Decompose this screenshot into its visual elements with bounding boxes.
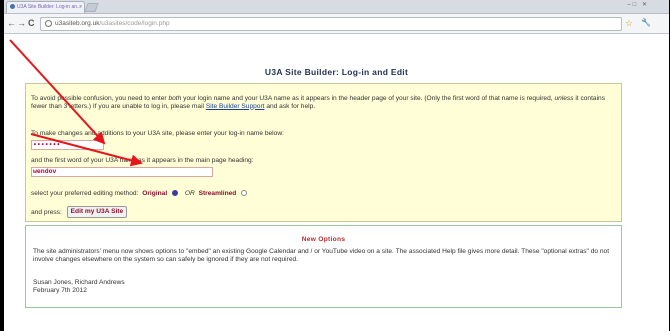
news-authors: Susan Jones, Richard Andrews xyxy=(33,279,125,286)
wrench-icon[interactable]: 🔧 xyxy=(641,18,651,27)
navigation-bar: ← → C u3asiteb.org.uk/u3asites/code/logi… xyxy=(4,14,669,34)
browser-tab[interactable]: U3A Site Builder: Log-in an... × xyxy=(6,1,85,13)
u3a-name-label: and the first word of your U3A name as i… xyxy=(31,157,254,164)
page-title: U3A Site Builder: Log-in and Edit xyxy=(264,67,409,77)
option-streamlined-label: Streamlined xyxy=(198,190,237,197)
new-tab-button[interactable] xyxy=(84,3,99,12)
news-date: February 7th 2012 xyxy=(33,286,87,294)
forward-icon[interactable]: → xyxy=(17,17,26,29)
tab-title: U3A Site Builder: Log-in an... xyxy=(17,4,82,10)
window-controls[interactable]: –□ ✕ xyxy=(627,1,649,8)
tab-close-icon[interactable]: × xyxy=(79,2,82,13)
original-radio[interactable] xyxy=(172,190,178,197)
submit-row: and press: Edit my U3A Site xyxy=(31,206,128,218)
address-bar[interactable]: u3asiteb.org.uk/u3asites/code/login.php xyxy=(40,17,622,31)
tab-bar: U3A Site Builder: Log-in an... × –□ ✕ xyxy=(4,0,669,14)
login-name-label: To make changes and additions to your U3… xyxy=(31,130,284,137)
press-label: and press: xyxy=(31,208,62,216)
url-path: /u3asites/code/login.php xyxy=(99,20,170,27)
login-name-input[interactable]: ••••••• xyxy=(31,140,104,150)
or-label: OR xyxy=(184,190,195,197)
support-link[interactable]: Site Builder Support xyxy=(206,103,265,110)
url-host: u3asiteb.org.uk xyxy=(55,20,100,27)
option-original-label: Original xyxy=(142,190,168,197)
news-text: The site administrators' menu now shows … xyxy=(33,248,610,263)
editing-method-row: select your preferred editing method: Or… xyxy=(31,190,250,197)
bookmark-star-icon[interactable]: ☆ xyxy=(625,18,633,29)
page-content: U3A Site Builder: Log-in and Edit To avo… xyxy=(4,34,669,331)
globe-icon xyxy=(45,19,52,27)
login-panel: To avoid possible confusion, you need to… xyxy=(25,83,622,222)
login-instructions: To avoid possible confusion, you need to… xyxy=(31,95,606,110)
u3a-name-input[interactable]: wendov xyxy=(31,167,213,177)
editing-method-label: select your preferred editing method: xyxy=(31,190,139,197)
back-icon[interactable]: ← xyxy=(7,17,16,29)
reload-icon[interactable]: C xyxy=(28,17,35,29)
streamlined-radio[interactable] xyxy=(241,190,248,197)
edit-site-button[interactable]: Edit my U3A Site xyxy=(66,206,128,218)
news-panel: New Options The site administrators' men… xyxy=(25,225,622,308)
browser-window: U3A Site Builder: Log-in an... × –□ ✕ ← … xyxy=(4,0,669,331)
favicon-icon xyxy=(10,4,15,10)
news-signature: Susan Jones, Richard Andrews February 7th… xyxy=(33,279,125,294)
news-title: New Options xyxy=(301,236,346,243)
